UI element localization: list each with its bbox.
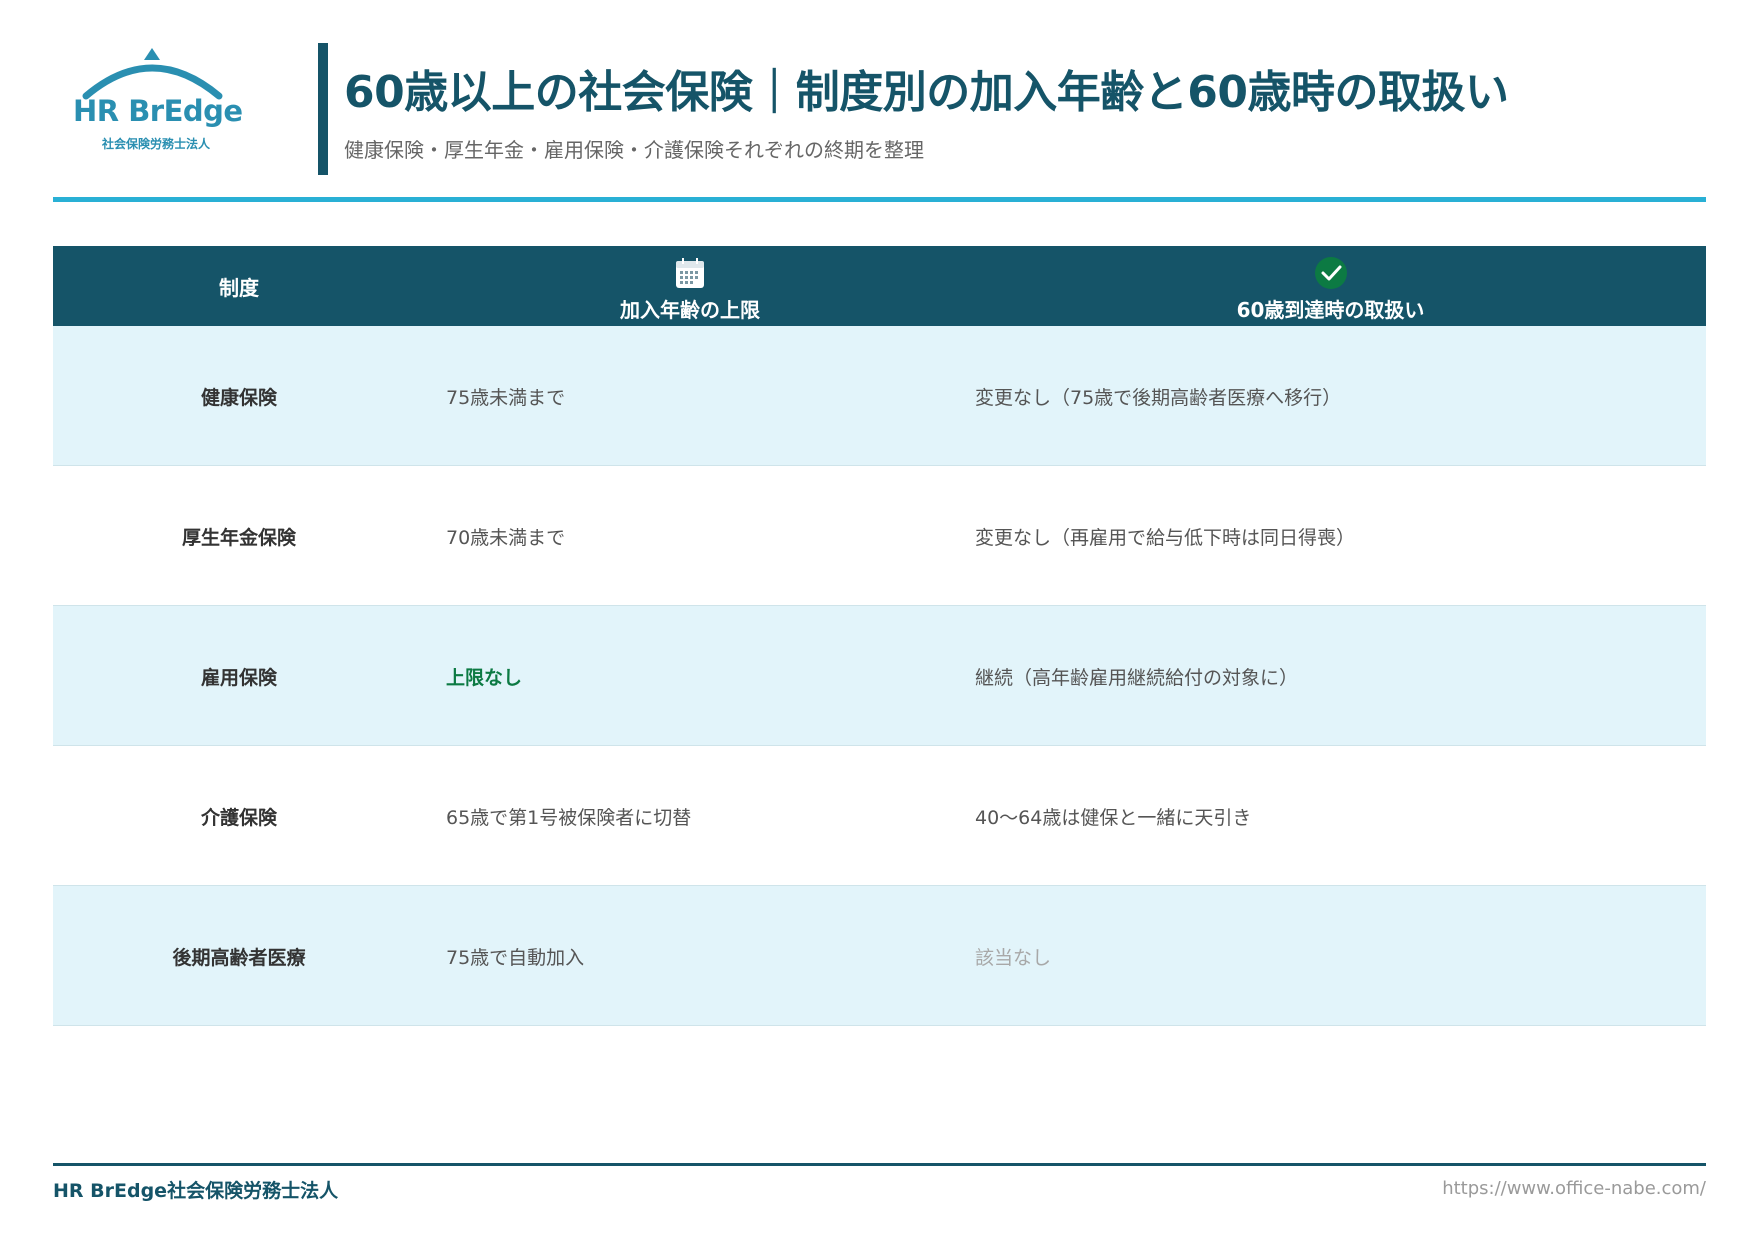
logo-subtitle: 社会保険労務士法人 xyxy=(102,137,211,151)
table-row: 健康保険 75歳未満まで 変更なし（75歳で後期高齢者医療へ移行） xyxy=(53,326,1706,466)
comparison-table: 制度 加入年齢の上限 60歳到達時の取扱い 健康保険 75歳未満まで 変更なし（… xyxy=(53,246,1706,1026)
header-cell-at60: 60歳到達時の取扱い xyxy=(955,246,1706,326)
logo-name: HR BrEdge xyxy=(73,94,243,128)
check-circle-icon xyxy=(1314,257,1347,289)
at60-handling: 該当なし xyxy=(975,946,1052,969)
system-name: 健康保険 xyxy=(200,386,277,409)
header-label: 60歳到達時の取扱い xyxy=(1236,298,1425,322)
table-row: 後期高齢者医療 75歳で自動加入 該当なし xyxy=(53,886,1706,1026)
header-label: 加入年齢の上限 xyxy=(620,298,760,322)
age-limit: 70歳未満まで xyxy=(446,526,566,549)
header-cell-system: 制度 xyxy=(53,246,425,326)
at60-handling: 変更なし（75歳で後期高齢者医療へ移行） xyxy=(975,386,1342,409)
footer-divider xyxy=(53,1163,1706,1166)
calendar-icon xyxy=(676,258,704,288)
age-limit: 75歳で自動加入 xyxy=(446,946,585,969)
footer-company: HR BrEdge社会保険労務士法人 xyxy=(53,1180,339,1202)
age-limit: 上限なし xyxy=(446,666,523,689)
company-logo: HR BrEdge 社会保険労務士法人 xyxy=(64,44,243,151)
page-title: 60歳以上の社会保険｜制度別の加入年齢と60歳時の取扱い xyxy=(344,67,1509,118)
age-limit: 75歳未満まで xyxy=(446,386,566,409)
footer-url[interactable]: https://www.office-nabe.com/ xyxy=(1442,1178,1706,1199)
age-limit: 65歳で第1号被保険者に切替 xyxy=(446,806,692,829)
at60-handling: 変更なし（再雇用で給与低下時は同日得喪） xyxy=(975,526,1356,549)
table-row: 介護保険 65歳で第1号被保険者に切替 40〜64歳は健保と一緒に天引き xyxy=(53,746,1706,886)
table-header: 制度 加入年齢の上限 60歳到達時の取扱い xyxy=(53,246,1706,326)
table-row: 厚生年金保険 70歳未満まで 変更なし（再雇用で給与低下時は同日得喪） xyxy=(53,466,1706,606)
header-cell-limit: 加入年齢の上限 xyxy=(425,246,955,326)
system-name: 厚生年金保険 xyxy=(181,526,296,549)
table-row: 雇用保険 上限なし 継続（高年齢雇用継続給付の対象に） xyxy=(53,606,1706,746)
system-name: 雇用保険 xyxy=(200,666,277,689)
system-name: 介護保険 xyxy=(200,806,277,829)
at60-handling: 40〜64歳は健保と一緒に天引き xyxy=(975,806,1252,829)
title-accent-bar xyxy=(318,43,328,175)
header-divider xyxy=(53,197,1706,202)
page-subtitle: 健康保険・厚生年金・雇用保険・介護保険それぞれの終期を整理 xyxy=(344,138,924,162)
header-label: 制度 xyxy=(219,275,259,300)
at60-handling: 継続（高年齢雇用継続給付の対象に） xyxy=(975,666,1299,689)
system-name: 後期高齢者医療 xyxy=(172,946,306,969)
